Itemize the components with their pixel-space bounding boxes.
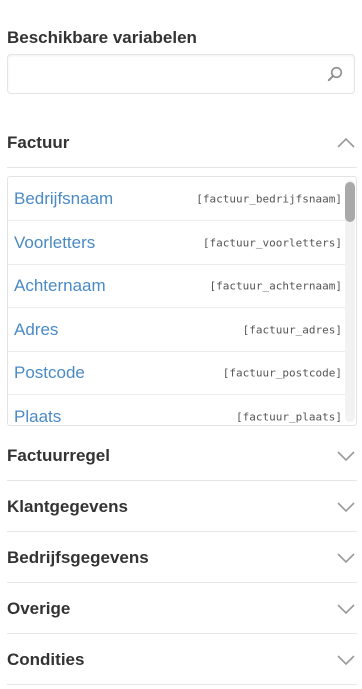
chevron-down-icon bbox=[337, 654, 355, 665]
section-header-overige[interactable]: Overige bbox=[7, 584, 357, 634]
variable-code: [factuur_postcode] bbox=[222, 366, 342, 379]
chevron-down-icon bbox=[337, 450, 355, 461]
variable-name: Voorletters bbox=[14, 232, 96, 252]
variable-list-factuur: Bedrijfsnaam [factuur_bedrijfsnaam] Voor… bbox=[7, 176, 357, 426]
variable-name: Plaats bbox=[14, 407, 62, 426]
chevron-down-icon bbox=[337, 552, 355, 563]
section-label: Condities bbox=[7, 649, 85, 669]
section-header-klantgegevens[interactable]: Klantgegevens bbox=[7, 482, 357, 532]
section-header-condities[interactable]: Condities bbox=[7, 635, 357, 685]
variable-code: [factuur_bedrijfsnaam] bbox=[196, 192, 342, 205]
chevron-down-icon bbox=[337, 501, 355, 512]
variable-name: Postcode bbox=[14, 362, 85, 382]
list-item[interactable]: Voorletters [factuur_voorletters] bbox=[8, 221, 346, 265]
section-label: Factuurregel bbox=[7, 445, 110, 465]
variable-code: [factuur_voorletters] bbox=[202, 236, 342, 249]
search-input[interactable] bbox=[8, 55, 318, 93]
search-icon[interactable] bbox=[327, 66, 343, 82]
list-item[interactable]: Adres [factuur_adres] bbox=[8, 308, 346, 352]
search-box[interactable] bbox=[7, 54, 355, 94]
section-header-bedrijfsgegevens[interactable]: Bedrijfsgegevens bbox=[7, 533, 357, 583]
panel-title: Beschikbare variabelen bbox=[7, 28, 197, 47]
variable-name: Adres bbox=[14, 319, 59, 339]
scrollbar-track[interactable] bbox=[345, 180, 355, 422]
variable-code: [factuur_achternaam] bbox=[209, 279, 342, 292]
list-item[interactable]: Achternaam [factuur_achternaam] bbox=[8, 264, 346, 308]
variable-name: Achternaam bbox=[14, 275, 106, 295]
scrollbar-thumb[interactable] bbox=[345, 182, 355, 222]
section-label: Klantgegevens bbox=[7, 496, 128, 516]
variable-code: [factuur_plaats] bbox=[236, 410, 342, 424]
section-label: Factuur bbox=[7, 132, 70, 152]
variable-code: [factuur_adres] bbox=[242, 323, 342, 336]
section-label: Overige bbox=[7, 598, 71, 618]
variable-name: Bedrijfsnaam bbox=[14, 188, 114, 208]
section-header-factuur[interactable]: Factuur bbox=[7, 118, 357, 168]
chevron-up-icon bbox=[337, 137, 355, 148]
list-item[interactable]: Bedrijfsnaam [factuur_bedrijfsnaam] bbox=[8, 177, 346, 221]
list-item[interactable]: Postcode [factuur_postcode] bbox=[8, 351, 346, 395]
section-header-factuurregel[interactable]: Factuurregel bbox=[7, 431, 357, 481]
chevron-down-icon bbox=[337, 603, 355, 614]
section-label: Bedrijfsgegevens bbox=[7, 547, 149, 567]
list-item[interactable]: Plaats [factuur_plaats] bbox=[8, 395, 346, 426]
